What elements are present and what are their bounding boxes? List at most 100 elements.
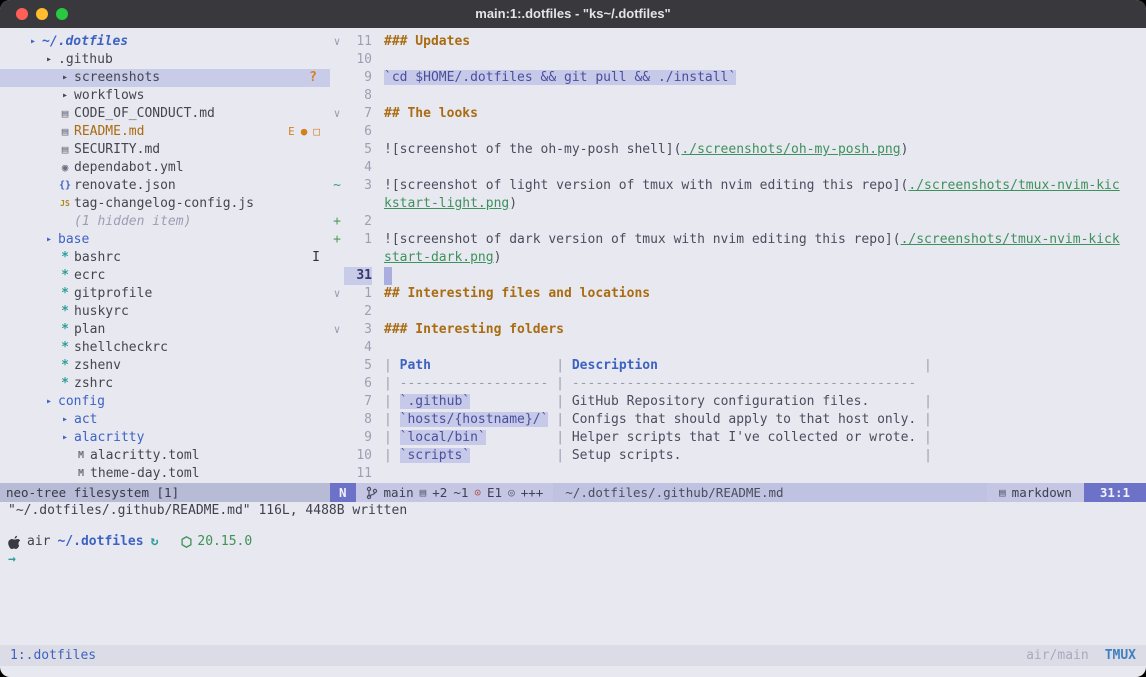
tree-item-ecrc[interactable]: *ecrc	[0, 267, 330, 285]
file-status-marker-1: ●	[301, 123, 308, 141]
tree-item-tag-changelog-config-js[interactable]: JStag-changelog-config.js	[0, 195, 330, 213]
editor-line[interactable]: +1![screenshot of dark version of tmux w…	[330, 231, 1146, 249]
terminal-window: main:1:.dotfiles - "ks~/.dotfiles" ▸~/.d…	[0, 0, 1146, 677]
editor-line[interactable]: 5![screenshot of the oh-my-posh shell](.…	[330, 141, 1146, 159]
editor-line[interactable]: 11	[330, 465, 1146, 483]
editor-line[interactable]: 10| `scripts` | Setup scripts. |	[330, 447, 1146, 465]
editor-line[interactable]: 5| Path | Description |	[330, 357, 1146, 375]
editor-line[interactable]: 8| `hosts/{hostname}/` | Configs that sh…	[330, 411, 1146, 429]
editor-line[interactable]: 2	[330, 303, 1146, 321]
line-text: | `scripts` | Setup scripts. |	[372, 447, 1146, 465]
tmux-window-tab[interactable]: 1:.dotfiles	[10, 647, 96, 665]
tmux-right-status: air/main TMUX	[1026, 647, 1136, 665]
minimize-button[interactable]	[36, 8, 48, 20]
tree-item-theme-day-toml[interactable]: Mtheme-day.toml	[0, 465, 330, 483]
editor-line[interactable]: ∨11### Updates	[330, 33, 1146, 51]
line-text	[372, 465, 1146, 483]
line-text: kstart-light.png)	[372, 195, 1146, 213]
tree-item-config[interactable]: ▸config	[0, 393, 330, 411]
nodejs-hexagon-icon	[181, 536, 192, 548]
tree-item-bashrc[interactable]: *bashrcI	[0, 249, 330, 267]
tree-item-1-hidden-item[interactable]: (1 hidden item)	[0, 213, 330, 231]
tree-item-zshrc[interactable]: *zshrc	[0, 375, 330, 393]
tree-item-readme-md[interactable]: ▤README.mdE●□	[0, 123, 330, 141]
tree-item-workflows[interactable]: ▸workflows	[0, 87, 330, 105]
tree-item-plan[interactable]: *plan	[0, 321, 330, 339]
tree-item-base[interactable]: ▸base	[0, 231, 330, 249]
prompt-arrow[interactable]: →	[8, 551, 1146, 569]
traffic-lights	[0, 8, 68, 20]
sign-column	[330, 267, 344, 285]
editor-line[interactable]: 8	[330, 87, 1146, 105]
tree-item-gitprofile[interactable]: *gitprofile	[0, 285, 330, 303]
editor-line[interactable]: 7| `.github` | GitHub Repository configu…	[330, 393, 1146, 411]
line-number: 2	[344, 303, 372, 321]
line-number: 2	[344, 213, 372, 231]
tree-item-screenshots[interactable]: ▸screenshots?	[0, 69, 330, 87]
tree-item-dependabot-yml[interactable]: ◉dependabot.yml	[0, 159, 330, 177]
editor-line[interactable]: 9`cd $HOME/.dotfiles && git pull && ./in…	[330, 69, 1146, 87]
editor-line[interactable]: 4	[330, 339, 1146, 357]
editor-line[interactable]: +2	[330, 213, 1146, 231]
diff-added: +2	[432, 483, 447, 502]
folder-arrow-icon: ▸	[56, 69, 74, 87]
text-segment: |	[916, 412, 932, 427]
filetype-segment: ▤ markdown	[987, 483, 1084, 502]
editor-line[interactable]: 6| ------------------- | ---------------…	[330, 375, 1146, 393]
filetype-label: markdown	[1012, 483, 1072, 502]
shell-area[interactable]: air ~/.dotfiles ↻ 20.15.0 →	[0, 533, 1146, 569]
editor-line[interactable]: ∨1## Interesting files and locations	[330, 285, 1146, 303]
editor-line[interactable]: 4	[330, 159, 1146, 177]
ibeam-cursor: I	[312, 249, 330, 267]
editor-line[interactable]: 9| `local/bin` | Helper scripts that I'v…	[330, 429, 1146, 447]
titlebar[interactable]: main:1:.dotfiles - "ks~/.dotfiles"	[0, 0, 1146, 28]
editor-line[interactable]: 31	[330, 267, 1146, 285]
tree-item-code-of-conduct-md[interactable]: ▤CODE_OF_CONDUCT.md	[0, 105, 330, 123]
text-segment: ![screenshot of dark version of tmux wit…	[384, 232, 901, 247]
fold-indicator: ∨	[330, 321, 344, 339]
editor-line[interactable]: start-dark.png)	[330, 249, 1146, 267]
sign-column	[330, 249, 344, 267]
neotree-panel: ▸~/.dotfiles▸.github▸screenshots?▸workfl…	[0, 33, 330, 483]
tree-item-label: alacritty.toml	[90, 447, 200, 465]
text-segment: `hosts/{hostname}/`	[400, 412, 549, 427]
line-number: 5	[344, 357, 372, 375]
tree-item-label: workflows	[74, 87, 144, 105]
text-segment: |	[384, 448, 400, 463]
sign-column	[330, 375, 344, 393]
tree-item-alacritty-toml[interactable]: Malacritty.toml	[0, 447, 330, 465]
editor-line[interactable]: 6	[330, 123, 1146, 141]
tree-item-renovate-json[interactable]: {}renovate.json	[0, 177, 330, 195]
tree-item-dotfiles[interactable]: ▸~/.dotfiles	[0, 33, 330, 51]
markdown-file-icon: ▤	[56, 123, 74, 141]
editor-pane[interactable]: ∨11### Updates109`cd $HOME/.dotfiles && …	[330, 33, 1146, 483]
json-file-icon: {}	[56, 177, 74, 195]
tree-item-huskyrc[interactable]: *huskyrc	[0, 303, 330, 321]
tree-item-label: zshenv	[74, 357, 121, 375]
text-segment: ./screenshots/oh-my-posh.png	[681, 142, 900, 157]
editor-line[interactable]: ∨7## The looks	[330, 105, 1146, 123]
rc-file-icon: *	[56, 285, 74, 303]
editor-line[interactable]: ~3![screenshot of light version of tmux …	[330, 177, 1146, 195]
tree-item-shellcheckrc[interactable]: *shellcheckrc	[0, 339, 330, 357]
close-button[interactable]	[16, 8, 28, 20]
line-number: 11	[344, 33, 372, 51]
tree-item-alacritty[interactable]: ▸alacritty	[0, 429, 330, 447]
tree-item-github[interactable]: ▸.github	[0, 51, 330, 69]
tree-item-security-md[interactable]: ▤SECURITY.md	[0, 141, 330, 159]
text-segment: ![screenshot of the oh-my-posh shell](	[384, 142, 681, 157]
tmux-session-host: air/main	[1026, 647, 1089, 665]
editor-line[interactable]: ∨3### Interesting folders	[330, 321, 1146, 339]
git-branch-name: main	[384, 483, 414, 502]
error-count: E1	[487, 483, 502, 502]
tree-item-label: screenshots	[74, 69, 160, 87]
tree-item-act[interactable]: ▸act	[0, 411, 330, 429]
text-segment: start-dark.png	[384, 250, 494, 265]
cursor-position: 31:1	[1084, 483, 1146, 502]
git-segment: main ▤ +2 ~1 ⊙ E1 ◎ +++	[356, 483, 554, 502]
editor-line[interactable]: kstart-light.png)	[330, 195, 1146, 213]
zoom-button[interactable]	[56, 8, 68, 20]
tree-item-zshenv[interactable]: *zshenv	[0, 357, 330, 375]
text-segment: ### Interesting folders	[384, 322, 564, 337]
editor-line[interactable]: 10	[330, 51, 1146, 69]
